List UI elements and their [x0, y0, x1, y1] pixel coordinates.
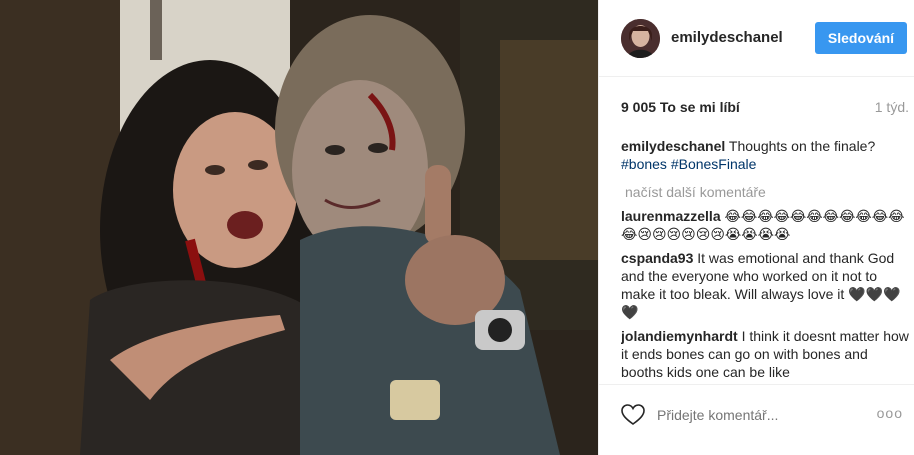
post-timestamp[interactable]: 1 týd.	[875, 99, 909, 115]
caption-username[interactable]: emilydeschanel	[621, 138, 725, 154]
post-photo[interactable]	[0, 0, 598, 455]
comment-footer: ooo	[599, 384, 914, 455]
more-options-icon[interactable]: ooo	[877, 405, 903, 421]
likes-count[interactable]: 9 005 To se mi líbí	[621, 99, 740, 115]
post-author-username[interactable]: emilydeschanel	[671, 29, 783, 46]
caption-hashtags[interactable]: #bones #BonesFinale	[621, 156, 756, 172]
heart-icon[interactable]	[621, 404, 645, 426]
photo-illustration	[0, 0, 598, 455]
comment-input[interactable]	[657, 405, 857, 425]
list-item: cspanda93 It was emotional and thank God…	[621, 249, 909, 321]
avatar-image	[621, 19, 660, 58]
follow-button[interactable]: Sledování	[815, 22, 907, 54]
caption: emilydeschanel Thoughts on the finale? #…	[621, 137, 909, 173]
comments-list[interactable]: emilydeschanel Thoughts on the finale? #…	[621, 137, 909, 381]
comment-username[interactable]: cspanda93	[621, 250, 693, 266]
caption-text: Thoughts on the finale?	[728, 138, 876, 154]
post-sidebar: emilydeschanel Sledování 9 005 To se mi …	[598, 0, 914, 455]
list-item: laurenmazzella 😂😂😂😂😂😂😂😂😂😂😂😂😢😢😢😢😢😢😭😭😭😭	[621, 207, 909, 243]
comment-username[interactable]: laurenmazzella	[621, 208, 721, 224]
load-more-comments-link[interactable]: načíst další komentáře	[625, 183, 909, 201]
comment-username[interactable]: jolandiemynhardt	[621, 328, 738, 344]
avatar[interactable]	[621, 19, 660, 58]
list-item: jolandiemynhardt I think it doesnt matte…	[621, 327, 909, 381]
likes-row: 9 005 To se mi líbí 1 týd.	[621, 99, 909, 119]
instagram-post-modal: emilydeschanel Sledování 9 005 To se mi …	[0, 0, 914, 455]
post-header: emilydeschanel Sledování	[599, 0, 914, 77]
